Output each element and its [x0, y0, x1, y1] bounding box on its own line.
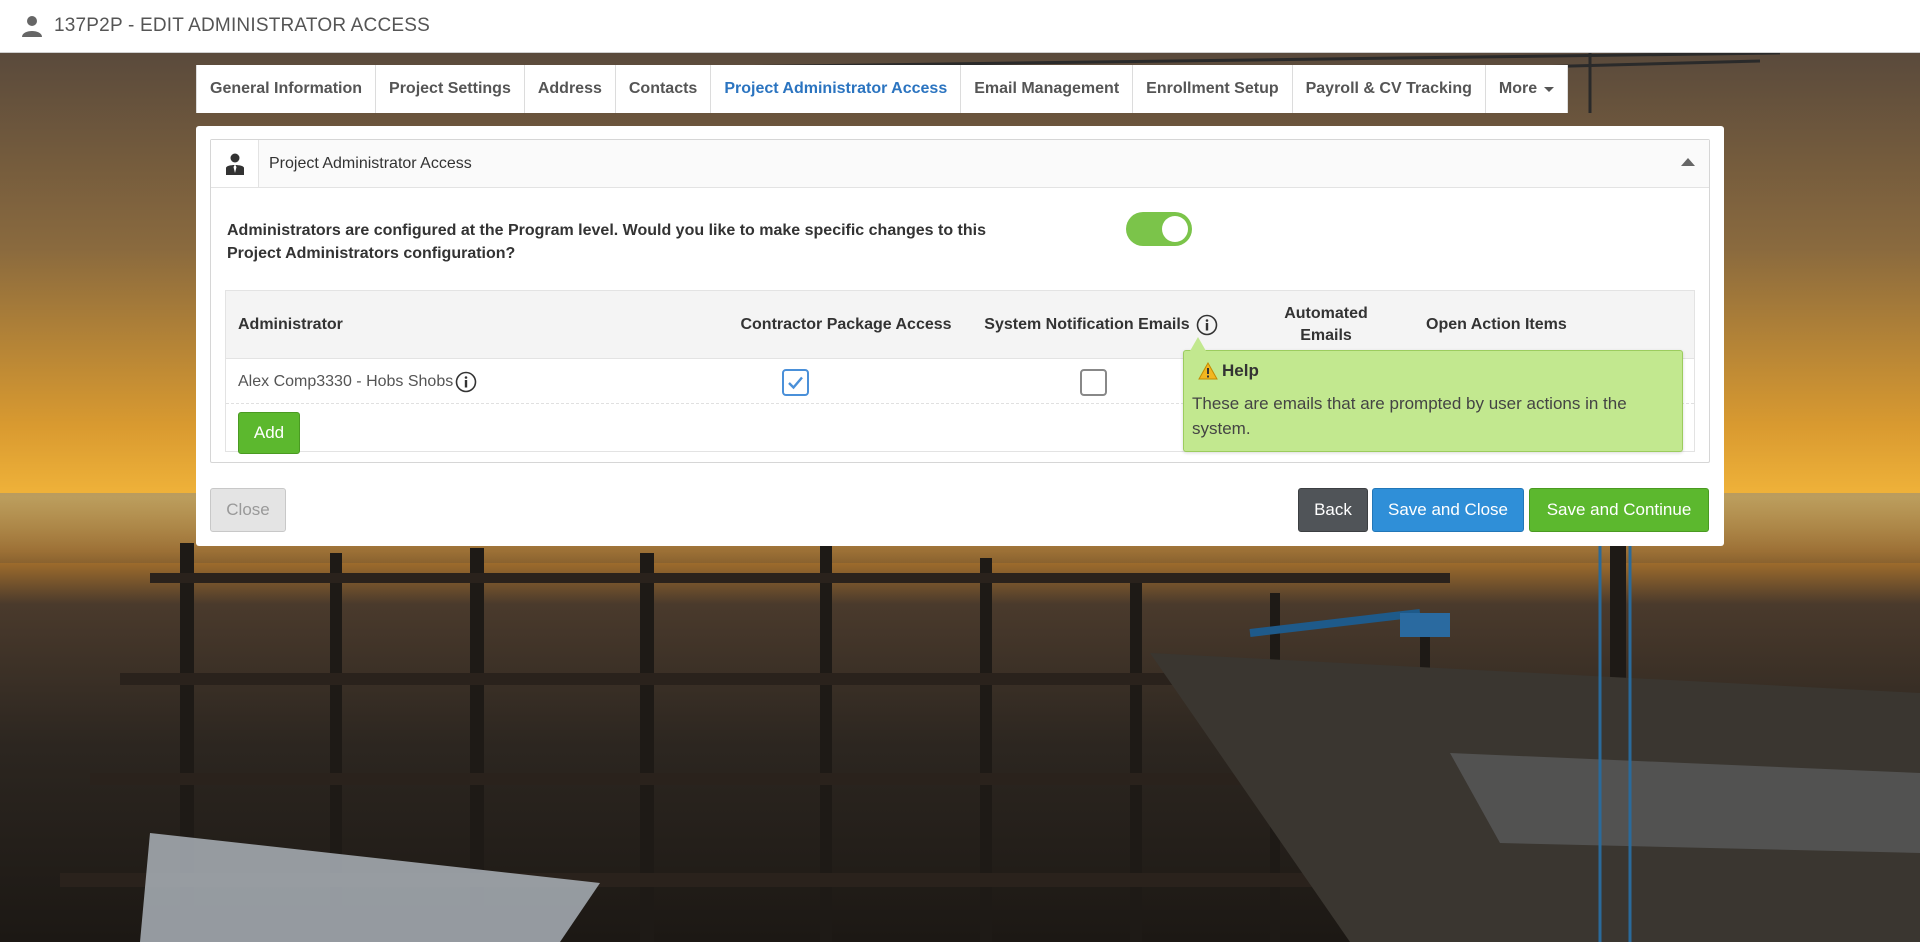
checkmark-icon: [788, 376, 803, 390]
tab-contacts[interactable]: Contacts: [615, 65, 712, 113]
collapse-caret-icon[interactable]: [1681, 158, 1695, 166]
info-icon[interactable]: [1196, 314, 1218, 336]
administrator-cell: Alex Comp3330 - Hobs Shobs: [238, 360, 477, 404]
column-header-open-action-items: Open Action Items: [1426, 316, 1567, 333]
override-question: Administrators are configured at the Pro…: [227, 222, 986, 262]
tab-label: Address: [537, 80, 602, 97]
toggle-knob: [1162, 216, 1188, 242]
tab-label: Project Administrator Access: [724, 80, 948, 97]
system-notification-emails-checkbox[interactable]: [1080, 369, 1107, 396]
title-bar: 137P2P - EDIT ADMINISTRATOR ACCESS: [0, 0, 1920, 53]
tab-payroll-cv-tracking[interactable]: Payroll & CV Tracking: [1292, 65, 1486, 113]
main-panel: Project Administrator Access Administrat…: [196, 126, 1724, 546]
column-header-administrator: Administrator: [238, 316, 343, 333]
help-title-text: Help: [1222, 361, 1259, 380]
tab-project-settings[interactable]: Project Settings: [376, 65, 525, 113]
administrator-name: Alex Comp3330 - Hobs Shobs: [238, 373, 454, 390]
warning-icon: [1198, 362, 1218, 380]
help-tooltip: Help These are emails that are prompted …: [1183, 337, 1683, 452]
save-and-close-button[interactable]: Save and Close: [1372, 488, 1524, 532]
override-toggle[interactable]: [1126, 212, 1192, 246]
close-button[interactable]: Close: [210, 488, 286, 532]
help-title: Help: [1198, 361, 1259, 381]
add-administrator-button[interactable]: Add: [238, 412, 300, 454]
tab-label: More: [1498, 80, 1538, 97]
tab-label: Enrollment Setup: [1146, 80, 1279, 97]
section-header: Project Administrator Access: [211, 140, 1709, 188]
admin-user-icon: [225, 153, 244, 175]
tab-bar: General Information Project Settings Add…: [196, 65, 1569, 113]
tab-label: General Information: [210, 80, 363, 97]
section-title: Project Administrator Access: [269, 154, 472, 172]
section-icon-box: [211, 140, 259, 187]
tab-label: Contacts: [628, 80, 698, 97]
save-and-continue-button[interactable]: Save and Continue: [1529, 488, 1709, 532]
tab-email-management[interactable]: Email Management: [961, 65, 1134, 113]
tab-address[interactable]: Address: [524, 65, 616, 113]
column-header-automated-emails: Automated Emails: [1284, 305, 1368, 344]
caret-down-icon: [1544, 86, 1555, 92]
back-button[interactable]: Back: [1298, 488, 1368, 532]
tab-label: Payroll & CV Tracking: [1305, 80, 1472, 97]
user-icon: [22, 16, 42, 37]
contractor-package-access-checkbox[interactable]: [782, 369, 809, 396]
info-icon[interactable]: [455, 371, 477, 393]
table-header: Administrator Contractor Package Access …: [226, 291, 1694, 359]
tab-general-information[interactable]: General Information: [196, 65, 377, 113]
column-header-label: System Notification Emails: [984, 316, 1190, 333]
column-header-contractor-package-access: Contractor Package Access: [740, 316, 952, 333]
tab-enrollment-setup[interactable]: Enrollment Setup: [1133, 65, 1293, 113]
tab-label: Email Management: [974, 80, 1120, 97]
tab-label: Project Settings: [389, 80, 511, 97]
tab-project-administrator-access[interactable]: Project Administrator Access: [711, 65, 962, 113]
tab-more-dropdown[interactable]: More: [1485, 65, 1569, 113]
page-title: 137P2P - EDIT ADMINISTRATOR ACCESS: [54, 15, 431, 36]
help-body: These are emails that are prompted by us…: [1192, 394, 1627, 438]
